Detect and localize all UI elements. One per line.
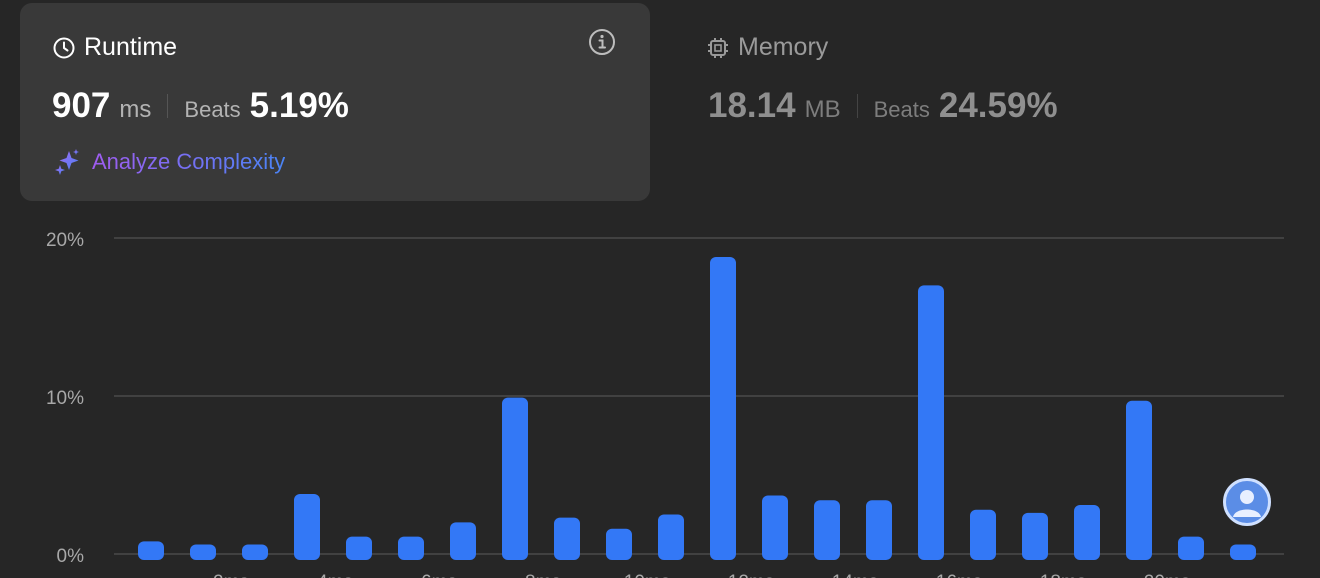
histogram-bar[interactable] [190, 544, 216, 560]
user-avatar-icon[interactable] [1223, 478, 1271, 526]
histogram-bar[interactable] [814, 500, 840, 560]
histogram-bar[interactable] [502, 397, 528, 560]
histogram-bar[interactable] [1022, 512, 1048, 560]
x-tick-label: 14ms [832, 572, 878, 578]
y-tick-label: 20% [46, 230, 84, 251]
histogram-bar[interactable] [1178, 536, 1204, 560]
histogram-bar[interactable] [242, 544, 268, 560]
histogram-bar[interactable] [658, 514, 684, 561]
x-tick-label: 4ms [317, 572, 353, 578]
histogram-bar[interactable] [450, 522, 476, 560]
x-tick-label: 20ms [1144, 572, 1190, 578]
y-tick-label: 10% [46, 388, 84, 409]
histogram-bar[interactable] [762, 495, 788, 560]
histogram-bar[interactable] [554, 517, 580, 560]
histogram-bar[interactable] [398, 536, 424, 560]
x-tick-label: 6ms [421, 572, 457, 578]
histogram-bar[interactable] [138, 541, 164, 560]
histogram-bar[interactable] [606, 528, 632, 560]
x-tick-label: 10ms [624, 572, 670, 578]
histogram-bar[interactable] [1126, 400, 1152, 560]
x-tick-label: 16ms [936, 572, 982, 578]
histogram-bar[interactable] [866, 500, 892, 560]
histogram-bar[interactable] [918, 285, 944, 560]
histogram-bar[interactable] [710, 256, 736, 560]
x-tick-label: 8ms [525, 572, 561, 578]
histogram-bar[interactable] [1230, 544, 1256, 560]
runtime-distribution-chart: 0% 10% 20% 2ms 4ms 6ms 8ms 10ms 12ms 14ms 16ms 18ms… [46, 230, 1284, 578]
histogram-bar[interactable] [970, 509, 996, 560]
x-tick-label: 12ms [728, 572, 774, 578]
histogram-bar[interactable] [1074, 505, 1100, 560]
histogram-bar[interactable] [294, 493, 320, 560]
x-tick-label: 18ms [1040, 572, 1086, 578]
histogram-bar[interactable] [346, 536, 372, 560]
y-tick-label: 0% [57, 546, 85, 567]
x-tick-label: 2ms [213, 572, 249, 578]
